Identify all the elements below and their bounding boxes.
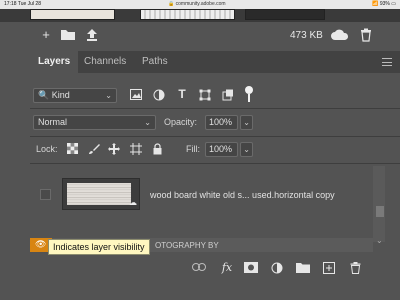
lock-artboard-icon[interactable] xyxy=(130,143,142,155)
type-filter-icon[interactable]: T xyxy=(176,88,188,100)
chevron-down-icon: ⌄ xyxy=(243,118,250,127)
photoshop-ipad-screen: 17:18 Tue Jul 28 🔒 community.adobe.com 📶… xyxy=(0,0,400,300)
layer-visibility-toggle[interactable] xyxy=(40,189,51,200)
tab-channels[interactable]: Channels xyxy=(76,51,134,73)
group-icon[interactable] xyxy=(296,262,310,274)
opacity-field[interactable]: 100% xyxy=(205,115,238,130)
smart-object-filter-icon[interactable] xyxy=(222,89,234,101)
lock-transparent-pixels-icon[interactable] xyxy=(66,143,78,155)
scroll-down-icon[interactable]: ⌄ xyxy=(376,236,383,245)
visibility-tooltip: Indicates layer visibility xyxy=(48,239,150,255)
new-layer-icon[interactable] xyxy=(322,262,336,274)
opacity-stepper[interactable]: ⌄ xyxy=(240,115,253,130)
lock-position-icon[interactable] xyxy=(108,143,120,155)
document-thumbnail[interactable] xyxy=(140,9,235,20)
trash-icon[interactable] xyxy=(348,262,362,274)
panel-tab-bar: Layers Channels Paths xyxy=(30,51,400,73)
panel-menu-icon[interactable] xyxy=(382,58,392,66)
lock-image-pixels-icon[interactable] xyxy=(88,143,100,155)
add-icon[interactable]: + xyxy=(38,28,54,42)
filter-kind-dropdown[interactable]: 🔍 Kind ⌄ xyxy=(33,88,117,103)
divider xyxy=(30,163,400,164)
fill-field[interactable]: 100% xyxy=(205,142,238,157)
file-size: 473 KB xyxy=(290,30,323,41)
adjustment-icon[interactable] xyxy=(270,262,284,274)
layer-name: OTOGRAPHY BY xyxy=(155,241,219,250)
status-time: 17:18 Tue Jul 28 xyxy=(4,1,41,7)
top-toolbar: + 473 KB xyxy=(0,22,400,48)
image-filter-icon[interactable] xyxy=(130,89,142,101)
divider xyxy=(30,136,400,137)
status-url: 🔒 community.adobe.com xyxy=(168,1,226,7)
document-thumbnail-strip xyxy=(0,9,400,22)
blend-mode-dropdown[interactable]: Normal ⌄ xyxy=(33,115,156,130)
layer-thumbnail: ☁ xyxy=(62,178,140,210)
scrollbar-thumb[interactable] xyxy=(376,206,384,217)
mask-icon[interactable] xyxy=(244,262,258,274)
eye-icon: 👁 xyxy=(35,239,47,249)
linked-smart-object-icon: ☁ xyxy=(129,198,137,207)
chevron-down-icon: ⌄ xyxy=(144,118,151,127)
status-battery: 📶 93% ▭ xyxy=(372,1,396,7)
adjustment-filter-icon[interactable] xyxy=(153,89,165,101)
folder-icon[interactable] xyxy=(60,28,76,42)
document-thumbnail[interactable] xyxy=(30,9,115,20)
chevron-down-icon: ⌄ xyxy=(105,91,112,100)
lock-label: Lock: xyxy=(36,144,58,154)
upload-icon[interactable] xyxy=(84,28,100,42)
layer-name: wood board white old s... used.horizonta… xyxy=(150,190,335,200)
layer-row[interactable]: ☁ wood board white old s... used.horizon… xyxy=(30,166,373,224)
cloud-icon[interactable] xyxy=(330,28,350,42)
ios-status-bar: 17:18 Tue Jul 28 🔒 community.adobe.com 📶… xyxy=(0,0,400,9)
tab-paths[interactable]: Paths xyxy=(134,51,176,73)
fill-stepper[interactable]: ⌄ xyxy=(240,142,253,157)
document-thumbnail[interactable] xyxy=(245,9,325,20)
fx-icon[interactable]: fx xyxy=(220,262,234,274)
toggle-filter-stem xyxy=(248,94,250,102)
layers-scrollbar[interactable] xyxy=(373,166,385,242)
toggle-filter-icon[interactable] xyxy=(245,86,253,94)
filter-kind-label: Kind xyxy=(51,90,70,100)
divider xyxy=(30,108,400,109)
lock-all-icon[interactable] xyxy=(151,143,163,155)
opacity-label: Opacity: xyxy=(164,117,198,127)
trash-icon[interactable] xyxy=(358,28,374,42)
layers-bottom-bar: fx xyxy=(30,256,400,280)
chevron-down-icon: ⌄ xyxy=(243,145,250,154)
left-gutter xyxy=(0,48,30,300)
tab-layers[interactable]: Layers xyxy=(30,51,79,73)
link-icon[interactable] xyxy=(192,262,206,274)
wood-texture-thumbnail xyxy=(67,183,131,205)
fill-label: Fill: xyxy=(186,144,200,154)
blend-mode-value: Normal xyxy=(38,117,68,127)
shape-filter-icon[interactable] xyxy=(199,89,211,101)
